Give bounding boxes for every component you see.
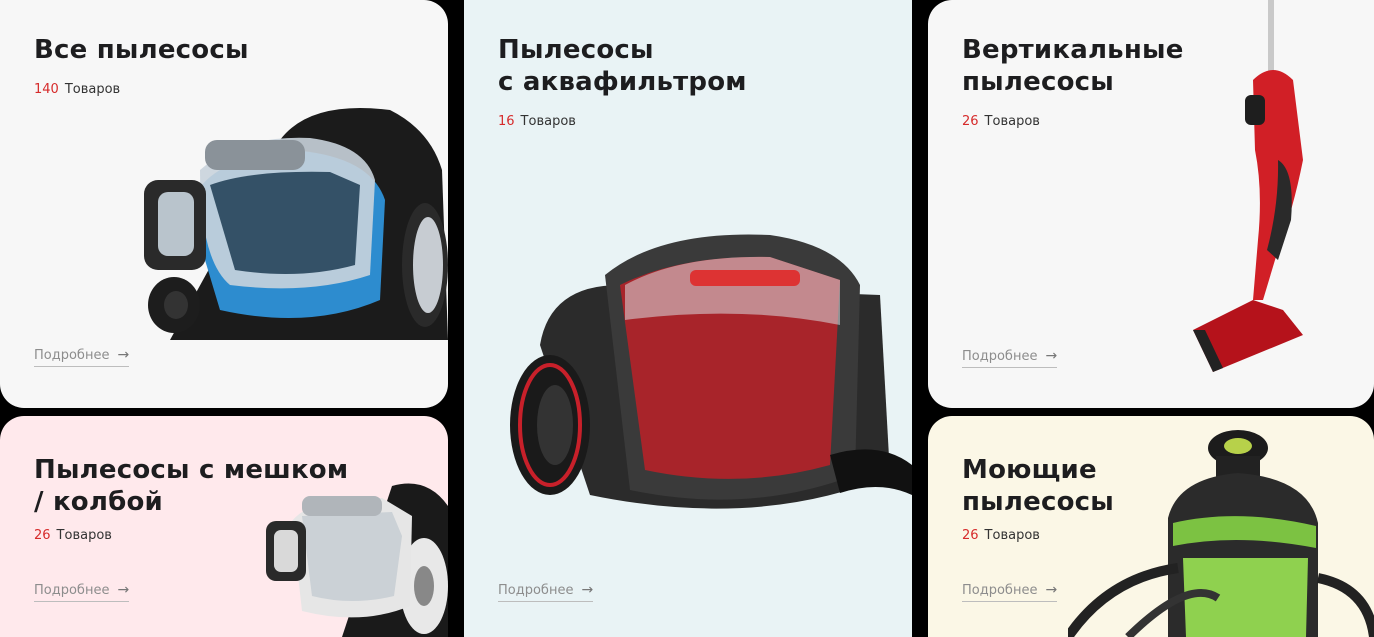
more-link-label: Подробнее <box>962 348 1038 364</box>
more-link[interactable]: Подробнее → <box>34 582 130 602</box>
count-label: Товаров <box>56 528 112 543</box>
count-number: 26 <box>34 528 51 543</box>
arrow-right-icon: → <box>1045 582 1058 598</box>
product-count: 16 Товаров <box>498 114 576 129</box>
count-label: Товаров <box>984 528 1040 543</box>
count-label: Товаров <box>520 114 576 129</box>
category-card-washing[interactable]: Моющие пылесосы 26 Товаров Подробнее → <box>928 416 1374 637</box>
more-link[interactable]: Подробнее → <box>962 348 1058 368</box>
arrow-right-icon: → <box>117 582 130 598</box>
count-number: 26 <box>962 114 979 129</box>
more-link[interactable]: Подробнее → <box>34 347 130 367</box>
arrow-right-icon: → <box>117 347 130 363</box>
category-grid: Все пылесосы 140 Товаров Подробнее → Пылес… <box>0 0 1374 637</box>
more-link[interactable]: Подробнее → <box>498 582 594 602</box>
count-label: Товаров <box>64 82 121 97</box>
category-card-all[interactable]: Все пылесосы 140 Товаров Подробнее → <box>0 0 448 408</box>
product-count: 140 Товаров <box>34 82 120 97</box>
arrow-right-icon: → <box>1045 348 1058 364</box>
count-number: 16 <box>498 114 515 129</box>
category-card-aquafilter[interactable]: Пылесосы с аквафильтром 16 Товаров Подроб… <box>464 0 912 637</box>
green-washing-vacuum-image <box>1068 430 1374 637</box>
arrow-right-icon: → <box>581 582 594 598</box>
card-title: Все пылесосы <box>34 35 249 65</box>
product-count: 26 Товаров <box>34 528 112 543</box>
product-count: 26 Товаров <box>962 114 1040 129</box>
more-link-label: Подробнее <box>34 582 110 598</box>
white-canister-vacuum-image <box>266 483 448 637</box>
more-link-label: Подробнее <box>962 582 1038 598</box>
count-number: 26 <box>962 528 979 543</box>
red-stick-vacuum-image <box>1193 0 1303 372</box>
category-card-vertical[interactable]: Вертикальные пылесосы 26 Товаров Подробне… <box>928 0 1374 408</box>
count-label: Товаров <box>984 114 1040 129</box>
product-count: 26 Товаров <box>962 528 1040 543</box>
more-link-label: Подробнее <box>34 347 110 363</box>
category-card-bag[interactable]: Пылесосы с мешком / колбой 26 Товаров Под… <box>0 416 448 637</box>
card-title: Пылесосы с аквафильтром <box>498 35 747 97</box>
card-title: Вертикальные пылесосы <box>962 35 1184 97</box>
more-link-label: Подробнее <box>498 582 574 598</box>
count-number: 140 <box>34 82 59 97</box>
red-aquafilter-vacuum-image <box>510 234 912 509</box>
blue-canister-vacuum-image <box>144 108 448 340</box>
more-link[interactable]: Подробнее → <box>962 582 1058 602</box>
